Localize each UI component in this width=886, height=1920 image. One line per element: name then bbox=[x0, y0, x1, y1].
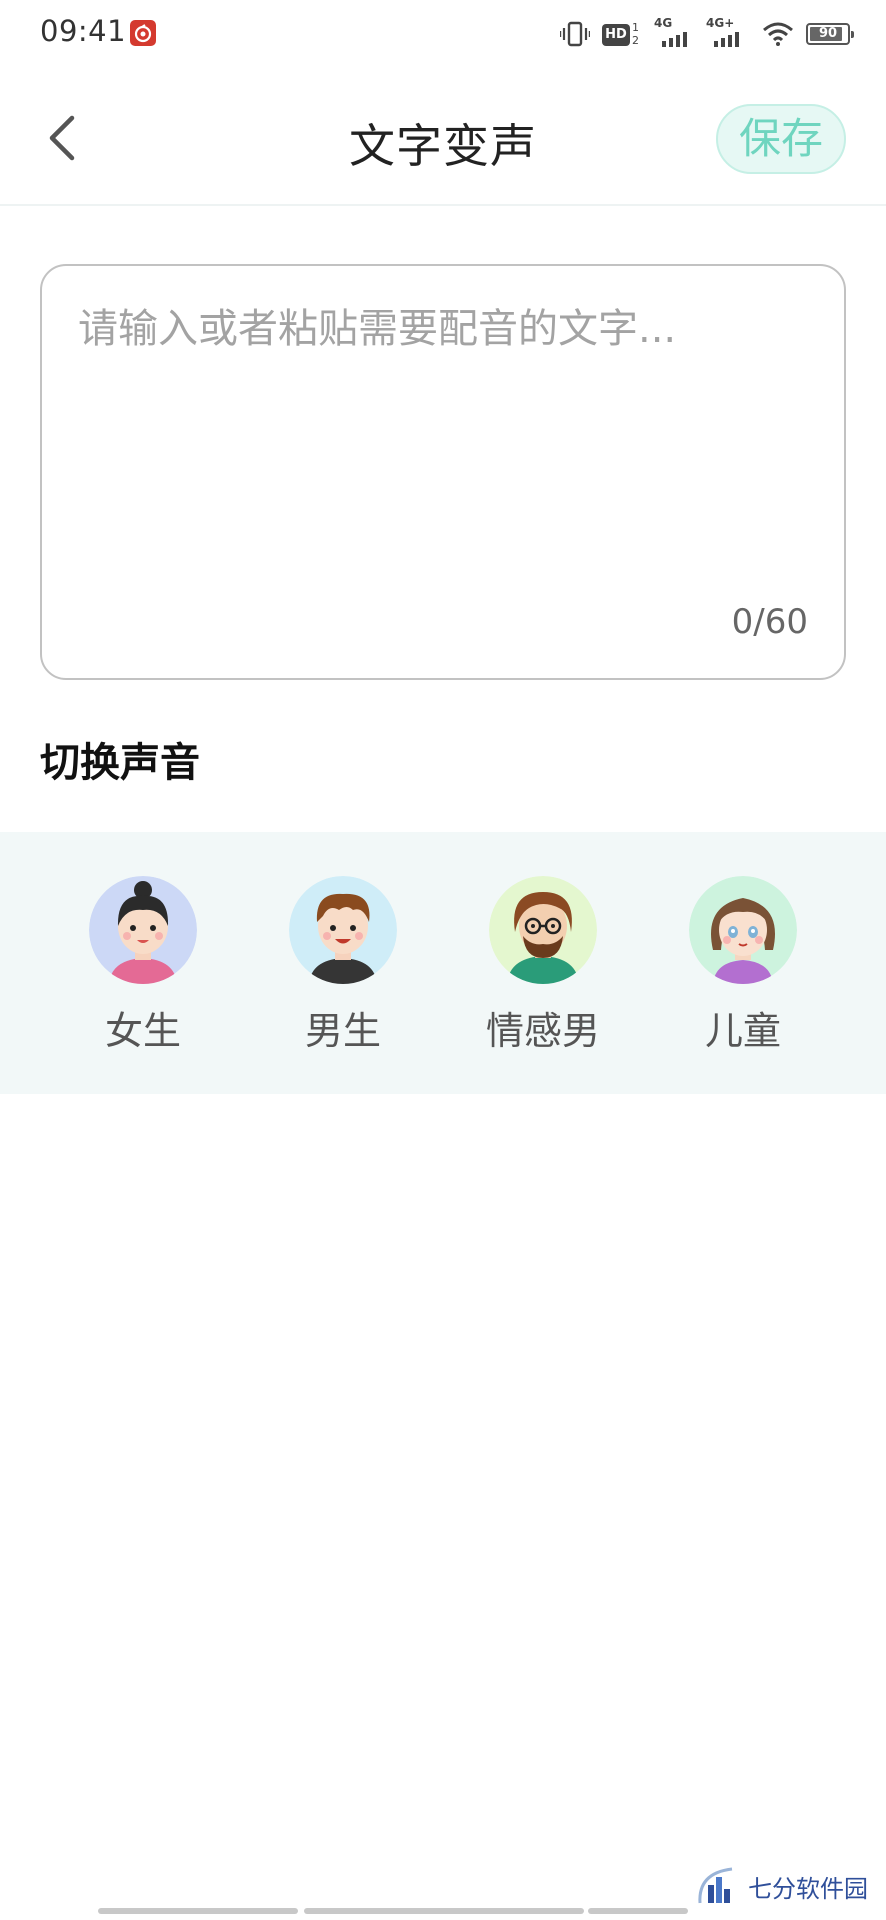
status-icons: HD 1 2 4G 4G+ 90 bbox=[560, 16, 854, 52]
voice-label: 情感男 bbox=[485, 1009, 600, 1053]
voice-option-child[interactable]: 儿童 bbox=[663, 876, 823, 1076]
text-editor: 0/60 bbox=[40, 264, 846, 680]
nav-gesture-segment bbox=[98, 1908, 298, 1914]
signal-label: 4G bbox=[654, 16, 673, 30]
battery-icon: 90 bbox=[806, 23, 854, 45]
navigation-bar[interactable] bbox=[0, 1906, 886, 1920]
status-bar: 09:41 HD 1 2 4G 4G+ 90 bbox=[0, 0, 886, 70]
signal-icon: 4G bbox=[654, 16, 694, 49]
wifi-icon bbox=[763, 22, 793, 46]
vibrate-icon bbox=[560, 21, 590, 47]
status-time: 09:41 bbox=[40, 14, 127, 48]
text-input[interactable] bbox=[78, 296, 808, 596]
signal-label: 4G+ bbox=[706, 16, 735, 30]
child-avatar bbox=[689, 876, 797, 984]
save-button[interactable]: 保存 bbox=[716, 104, 846, 174]
voice-option-male[interactable]: 男生 bbox=[263, 876, 423, 1076]
hd-icon: HD 1 2 bbox=[602, 21, 642, 47]
male-avatar bbox=[289, 876, 397, 984]
nav-gesture-segment bbox=[304, 1908, 584, 1914]
voice-option-emotional-male[interactable]: 情感男 bbox=[463, 876, 623, 1076]
voice-label: 男生 bbox=[304, 1009, 381, 1053]
signal-icon: 4G+ bbox=[706, 16, 750, 49]
watermark-text: 七分软件园 bbox=[748, 1874, 868, 1903]
netease-music-icon bbox=[130, 20, 156, 46]
app-header: 文字变声 保存 bbox=[0, 70, 886, 206]
character-count: 0/60 bbox=[731, 602, 808, 642]
voice-option-female[interactable]: 女生 bbox=[63, 876, 223, 1076]
section-title: 切换声音 bbox=[40, 740, 200, 786]
battery-level-text: 90 bbox=[818, 26, 838, 41]
screen: 09:41 HD 1 2 4G 4G+ 90 文字变声 保存 请输入或者粘贴需要… bbox=[0, 0, 886, 1920]
emotional-male-avatar bbox=[489, 876, 597, 984]
female-avatar bbox=[89, 876, 197, 984]
voice-label: 女生 bbox=[104, 1009, 181, 1053]
voice-selector: 女生 男生 情感男 儿童 bbox=[0, 832, 886, 1094]
nav-gesture-segment bbox=[588, 1908, 688, 1914]
watermark-logo-icon bbox=[698, 1867, 733, 1904]
voice-label: 儿童 bbox=[704, 1009, 781, 1053]
